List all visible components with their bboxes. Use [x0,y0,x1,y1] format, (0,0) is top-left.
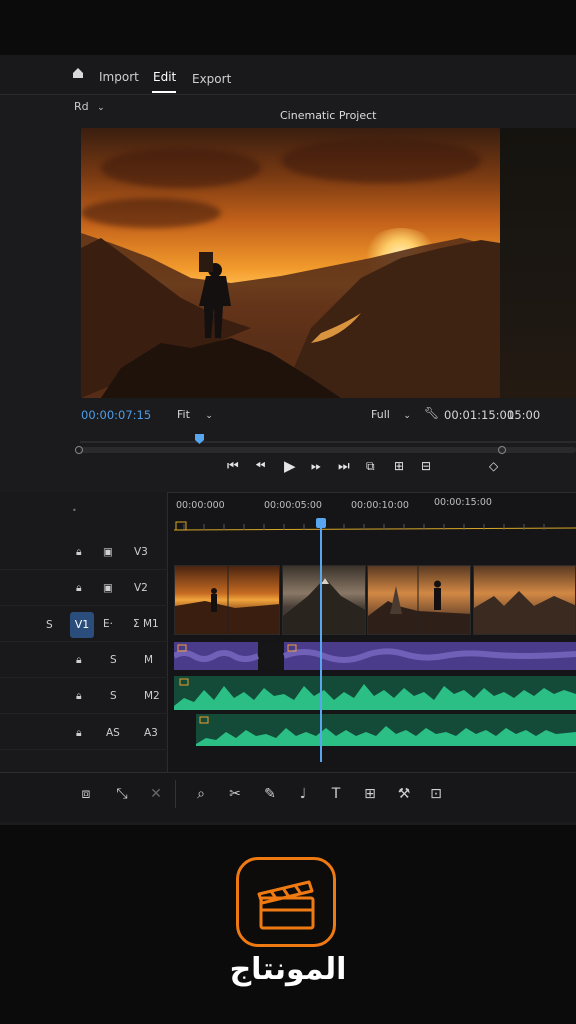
skip-start-icon[interactable]: ⏮︎ [227,459,239,474]
track-label-v1[interactable]: V1 [70,612,94,638]
secondary-preview-edge [500,128,576,398]
pen-icon[interactable]: ✎ [260,784,280,804]
text-icon[interactable]: T [326,784,346,804]
camera-icon[interactable]: ▣ [103,582,113,594]
zoom-label: Rd [74,100,89,113]
track-label-a3: A3 [144,727,158,739]
solo-button[interactable]: S [110,690,117,702]
skip-end-icon[interactable]: ⏭︎ [338,459,350,474]
end-time: 15:00 [507,408,541,422]
menu-edit[interactable]: Edit [153,70,176,84]
solo-button[interactable]: S [46,619,53,631]
wrench-icon[interactable]: 🔧︎ [424,406,439,420]
playhead-handle[interactable] [316,518,326,528]
top-menu-bar [0,55,576,95]
current-timecode: 00:00:07:15 [81,408,152,422]
split-clip-icon[interactable]: ⧉ [366,459,375,474]
chevron-down-icon: ⌄ [403,411,411,421]
effects-icon[interactable]: ⊞ [360,784,380,804]
video-clip[interactable] [367,565,471,635]
solo-button[interactable]: AS [106,727,120,739]
video-clip[interactable] [473,565,576,635]
marker-icon[interactable]: ◇ [489,459,498,473]
insert-clip-icon[interactable]: ⊞ [394,459,404,473]
menu-export[interactable]: Export [192,72,231,86]
track-row-a3 [0,714,168,750]
waveform [174,678,576,710]
video-clip[interactable] [282,565,366,635]
overwrite-clip-icon[interactable]: ⊟ [421,459,431,473]
audio-clip-voice[interactable] [174,676,576,710]
crop-frame-icon[interactable]: ⧈ [76,784,96,804]
play-icon[interactable]: ▶︎ [284,457,296,475]
fast-forward-icon[interactable]: ⏩︎ [311,459,321,474]
lock-icon[interactable]: 🔒︎ [76,654,82,667]
razor-icon[interactable]: ✂︎ [225,784,245,804]
ruler-label: 00:00:05:00 [264,500,322,511]
track-label-v3: V3 [134,546,148,558]
track-label-m: M [144,654,154,666]
chevron-down-icon: ⌄ [97,103,105,113]
zoom-dropdown[interactable]: Rd ⌄ [74,100,105,113]
lock-icon[interactable]: 🔒︎ [76,546,82,559]
fit-select-value: Fit [177,408,190,421]
close-icon[interactable]: ✕ [146,784,166,804]
active-tab-indicator [152,91,176,93]
track-label-m2: M2 [144,690,160,702]
dot-icon: • [72,506,77,515]
clip-thumbnail [368,566,470,634]
ruler-label: 00:00:10:00 [351,500,409,511]
scrubber-start-handle[interactable] [75,446,83,454]
fit-select[interactable]: Fit ⌄ [177,408,213,421]
transform-icon[interactable]: ⤡ [112,784,132,804]
clip-thumbnail [175,566,279,634]
rewind-icon[interactable]: ⏪︎ [255,459,265,474]
ruler-label: 00:00:000 [176,500,225,511]
video-preview[interactable] [81,128,500,398]
clip-thumbnail [283,578,365,634]
toolbar-divider [175,780,176,808]
video-clip[interactable] [174,565,280,635]
home-icon[interactable] [72,67,84,79]
ruler-label: 00:00:15:00 [434,497,492,508]
camera-icon[interactable]: ▣ [103,546,113,558]
preview-landscape [81,233,500,398]
waveform [174,642,576,670]
waveform [196,716,576,746]
solo-button[interactable]: S [110,654,117,666]
scrubber-end-handle[interactable] [498,446,506,454]
menu-import[interactable]: Import [99,70,139,84]
lock-icon[interactable]: 🔒︎ [76,582,82,595]
clip-thumbnail [474,591,575,634]
quality-select-value: Full [371,408,390,421]
lock-icon[interactable]: 🔒︎ [76,727,82,740]
export-frame-icon[interactable]: ⊡ [426,784,446,804]
magic-icon[interactable]: ⚒︎ [394,784,414,804]
lock-icon[interactable]: 🔒︎ [76,690,82,703]
track-effects-button[interactable]: E· [103,618,113,630]
track-mix-button[interactable]: Σ M1 [133,618,159,630]
chevron-down-icon: ⌄ [205,411,213,421]
audio-clip-music[interactable] [174,642,576,670]
quality-select[interactable]: Full ⌄ [371,408,411,421]
track-row-m2 [0,678,168,714]
zoom-icon[interactable]: ⌕ [191,784,211,804]
timeline-ruler[interactable] [174,520,576,534]
app-name: المونتاج [229,952,347,987]
audio-clip-sfx[interactable] [196,714,576,746]
duration-timecode: 00:01:15:00 [444,408,515,422]
clapperboard-icon [257,880,315,930]
track-row-m [0,642,168,678]
timeline-playhead[interactable] [320,522,322,762]
audio-keyframe-icon[interactable]: ♩ [293,784,313,804]
project-title: Cinematic Project [280,109,377,122]
track-label-v2: V2 [134,582,148,594]
app-logo [236,857,336,947]
